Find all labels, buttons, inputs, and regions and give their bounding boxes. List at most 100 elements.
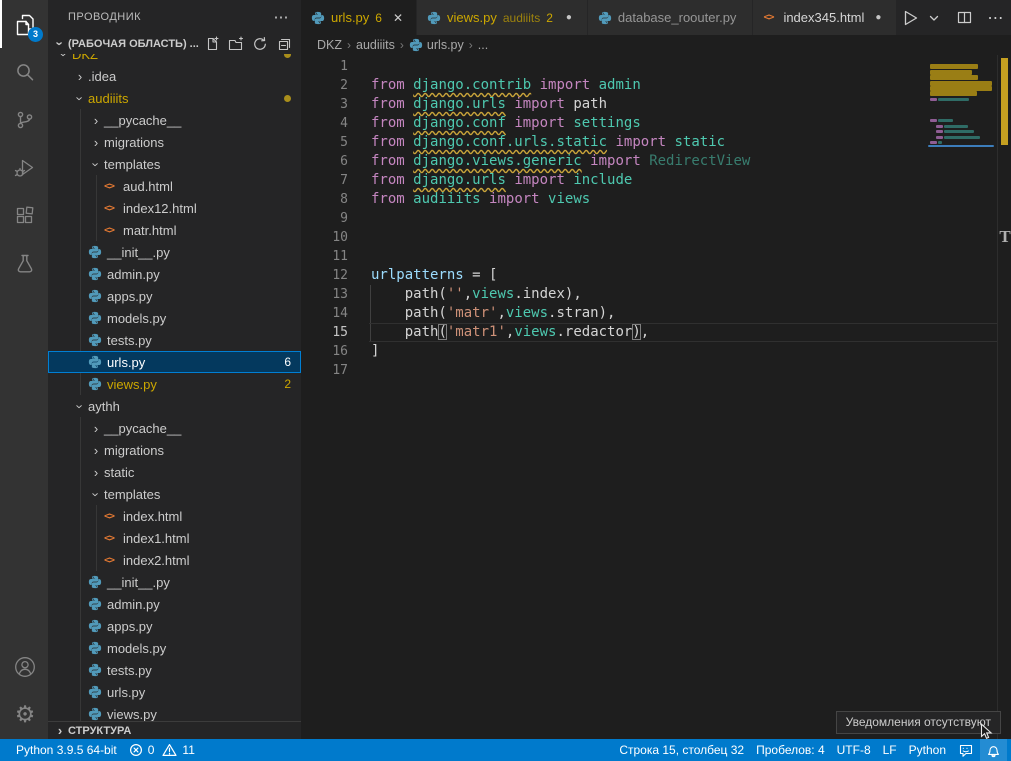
code-line-15[interactable]: 15 path('matr1',views.redactor),: [301, 323, 1011, 342]
code-token: [590, 77, 598, 93]
tree-item-templates[interactable]: ›templates: [48, 483, 301, 505]
tree-item-urls.py[interactable]: urls.py: [48, 681, 301, 703]
refresh-button[interactable]: [251, 35, 269, 53]
tree-item-__pycache__[interactable]: ›__pycache__: [48, 109, 301, 131]
code-line-10[interactable]: 10: [301, 228, 1011, 247]
file-tree: ›DKZ›.idea›audiiits›__pycache__›migratio…: [48, 54, 301, 721]
activity-item-settings[interactable]: ⚙: [0, 691, 48, 739]
tree-item-__init__.py[interactable]: __init__.py: [48, 571, 301, 593]
tab-urls[interactable]: urls.py6✕: [301, 0, 417, 35]
explorer-more-button[interactable]: ⋯: [274, 8, 290, 26]
breadcrumb-item-DKZ[interactable]: DKZ: [317, 38, 342, 52]
code-token: static: [674, 134, 725, 150]
run-button[interactable]: [897, 5, 923, 31]
tree-item-label: aud.html: [123, 179, 173, 194]
code-line-6[interactable]: 6from django.views.generic import Redire…: [301, 152, 1011, 171]
tree-item-.idea[interactable]: ›.idea: [48, 65, 301, 87]
new-folder-button[interactable]: [227, 35, 245, 53]
minimap[interactable]: [927, 55, 997, 739]
status-problems[interactable]: 011: [123, 739, 201, 761]
status-cursor-position[interactable]: Строка 15, столбец 32: [613, 739, 750, 761]
code-line-1[interactable]: 1: [301, 57, 1011, 76]
problems-badge: 6: [284, 355, 291, 369]
tree-item-admin.py[interactable]: admin.py: [48, 593, 301, 615]
code-line-9[interactable]: 9: [301, 209, 1011, 228]
tab-description: audiiits: [503, 11, 540, 25]
status-indentation[interactable]: Пробелов: 4: [750, 739, 831, 761]
activity-item-run-debug[interactable]: [0, 144, 48, 192]
tree-item-__init__.py[interactable]: __init__.py: [48, 241, 301, 263]
tree-item-migrations[interactable]: ›migrations: [48, 131, 301, 153]
status-eol[interactable]: LF: [877, 739, 903, 761]
code-line-13[interactable]: 13 path('',views.index),: [301, 285, 1011, 304]
tree-item-models.py[interactable]: models.py: [48, 307, 301, 329]
editor-code-area[interactable]: 12from django.contrib import admin3from …: [301, 55, 1011, 739]
tree-item-index.html[interactable]: <>index.html: [48, 505, 301, 527]
breadcrumb-item-...[interactable]: ...: [478, 38, 488, 52]
tree-item-apps.py[interactable]: apps.py: [48, 285, 301, 307]
code-token: views: [472, 286, 514, 302]
tree-item-templates[interactable]: ›templates: [48, 153, 301, 175]
editor-scrollbar[interactable]: T: [997, 55, 1011, 739]
run-dropdown-chevron-icon[interactable]: [925, 5, 943, 31]
new-file-button[interactable]: [203, 35, 221, 53]
tree-item-urls.py[interactable]: urls.py6: [48, 351, 301, 373]
collapse-all-button[interactable]: [275, 35, 293, 53]
breadcrumb-item-urls.py[interactable]: urls.py: [409, 38, 464, 52]
tree-item-tests.py[interactable]: tests.py: [48, 659, 301, 681]
code-line-14[interactable]: 14 path('matr',views.stran),: [301, 304, 1011, 323]
code-line-3[interactable]: 3from django.urls import path: [301, 95, 1011, 114]
modified-dot-icon[interactable]: ●: [561, 12, 577, 23]
close-icon[interactable]: ✕: [390, 11, 406, 25]
status-notifications[interactable]: [980, 739, 1007, 761]
activity-item-testing[interactable]: [0, 240, 48, 288]
tree-item-label: .idea: [88, 69, 116, 84]
tree-item-aythh[interactable]: ›aythh: [48, 395, 301, 417]
workspace-header[interactable]: › (РАБОЧАЯ ОБЛАСТЬ) ...: [48, 33, 301, 54]
status-language-mode[interactable]: Python: [903, 739, 952, 761]
code-line-17[interactable]: 17: [301, 361, 1011, 380]
tree-item-admin.py[interactable]: admin.py: [48, 263, 301, 285]
code-token: '': [447, 286, 464, 302]
code-line-12[interactable]: 12urlpatterns = [: [301, 266, 1011, 285]
tab-views[interactable]: views.pyaudiiits2●: [417, 0, 588, 35]
code-line-2[interactable]: 2from django.contrib import admin: [301, 76, 1011, 95]
tree-item-index12.html[interactable]: <>index12.html: [48, 197, 301, 219]
breadcrumb-item-audiiits[interactable]: audiiits: [356, 38, 395, 52]
code-line-16[interactable]: 16]: [301, 342, 1011, 361]
tab-database-roouter[interactable]: database_roouter.py: [588, 0, 754, 35]
tree-item-apps.py[interactable]: apps.py: [48, 615, 301, 637]
status-encoding[interactable]: UTF-8: [831, 739, 877, 761]
tree-item-matr.html[interactable]: <>matr.html: [48, 219, 301, 241]
tree-item-views.py[interactable]: views.py2: [48, 373, 301, 395]
activity-item-search[interactable]: [0, 48, 48, 96]
tree-item-views.py[interactable]: views.py: [48, 703, 301, 721]
activity-item-source-control[interactable]: [0, 96, 48, 144]
tab-index345[interactable]: <>index345.html●: [753, 0, 897, 35]
code-line-4[interactable]: 4from django.conf import settings: [301, 114, 1011, 133]
tree-item-__pycache__[interactable]: ›__pycache__: [48, 417, 301, 439]
outline-section-header[interactable]: › СТРУКТУРА: [48, 721, 301, 739]
tree-item-static[interactable]: ›static: [48, 461, 301, 483]
tree-item-migrations[interactable]: ›migrations: [48, 439, 301, 461]
tree-item-tests.py[interactable]: tests.py: [48, 329, 301, 351]
tree-item-models.py[interactable]: models.py: [48, 637, 301, 659]
activity-item-explorer[interactable]: 3: [0, 0, 48, 48]
code-line-11[interactable]: 11: [301, 247, 1011, 266]
tree-item-index1.html[interactable]: <>index1.html: [48, 527, 301, 549]
modified-dot-icon[interactable]: ●: [870, 12, 886, 23]
code-line-7[interactable]: 7from django.urls import include: [301, 171, 1011, 190]
activity-item-account[interactable]: [0, 643, 48, 691]
split-editor-button[interactable]: [953, 5, 976, 31]
more-actions-button[interactable]: ⋯: [984, 5, 1007, 31]
tree-item-aud.html[interactable]: <>aud.html: [48, 175, 301, 197]
tree-item-index2.html[interactable]: <>index2.html: [48, 549, 301, 571]
status-python-interpreter[interactable]: Python 3.9.5 64-bit: [10, 739, 123, 761]
tree-item-audiiits[interactable]: ›audiiits: [48, 87, 301, 109]
tree-item-DKZ[interactable]: ›DKZ: [48, 54, 301, 65]
code-line-5[interactable]: 5from django.conf.urls.static import sta…: [301, 133, 1011, 152]
status-feedback[interactable]: [952, 739, 980, 761]
code-line-8[interactable]: 8from audiiits import views: [301, 190, 1011, 209]
activity-item-extensions[interactable]: [0, 192, 48, 240]
code-token: settings: [573, 115, 640, 131]
